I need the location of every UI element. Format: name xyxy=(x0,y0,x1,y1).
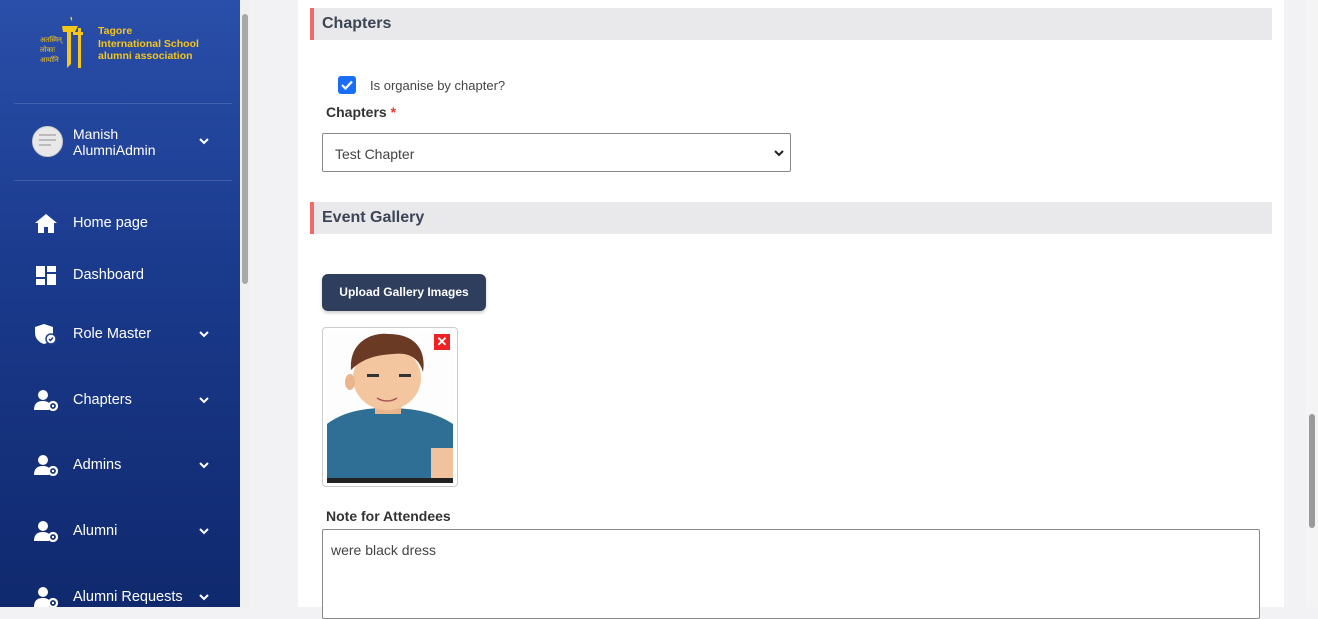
required-mark: * xyxy=(390,104,397,120)
chevron-down-icon[interactable] xyxy=(197,590,211,604)
note-value: were black dress xyxy=(331,542,437,558)
chapters-field-label: Chapters * xyxy=(326,104,396,120)
user-gear-icon xyxy=(34,521,58,542)
note-for-attendees-textarea[interactable]: were black dress xyxy=(322,529,1260,619)
sidebar-item-label: Admins xyxy=(73,457,122,473)
user-gear-icon xyxy=(34,455,58,476)
section-title: Event Gallery xyxy=(322,209,425,226)
sidebar-item-role-master[interactable]: Role Master xyxy=(34,322,214,346)
sidebar-item-alumni[interactable]: Alumni xyxy=(34,519,214,543)
sidebar-item-alumni-requests[interactable]: Alumni Requests xyxy=(34,585,214,607)
sidebar-divider xyxy=(14,180,232,181)
chapters-select-value: Test Chapter xyxy=(335,146,415,162)
user-name: Manish AlumniAdmin xyxy=(73,126,156,158)
sidebar-item-label: Alumni Requests xyxy=(73,589,183,605)
sidebar: अतस्मिन् लोकाः आर्यानि Tagore Internatio… xyxy=(0,0,240,607)
sidebar-scrollbar-thumb[interactable] xyxy=(242,14,248,284)
remove-image-button[interactable]: ✕ xyxy=(434,334,450,350)
sidebar-item-home[interactable]: Home page xyxy=(34,211,214,235)
chevron-down-icon[interactable] xyxy=(197,327,211,341)
sidebar-item-dashboard[interactable]: Dashboard xyxy=(34,263,214,287)
page-scrollbar-thumb[interactable] xyxy=(1309,414,1315,528)
upload-gallery-images-button[interactable]: Upload Gallery Images xyxy=(322,274,486,311)
chevron-down-icon[interactable] xyxy=(197,524,211,538)
gallery-image-thumbnail[interactable] xyxy=(322,327,458,487)
logo-text: Tagore International School alumni assoc… xyxy=(98,25,199,62)
school-logo[interactable]: अतस्मिन् लोकाः आर्यानि Tagore Internatio… xyxy=(38,16,208,72)
avatar xyxy=(32,126,63,157)
chapters-select[interactable]: Test Chapter xyxy=(322,133,791,172)
sidebar-divider xyxy=(14,103,232,104)
logo-hindi-text: अतस्मिन् लोकाः आर्यानि xyxy=(40,37,62,64)
sidebar-item-chapters[interactable]: Chapters xyxy=(34,388,214,412)
section-title: Chapters xyxy=(322,15,392,32)
checkmark-icon xyxy=(341,80,353,91)
sidebar-item-label: Home page xyxy=(73,215,148,231)
home-icon xyxy=(35,214,57,233)
sidebar-item-label: Role Master xyxy=(73,326,152,342)
chevron-down-icon[interactable] xyxy=(197,393,211,407)
user-gear-icon xyxy=(34,390,58,411)
sidebar-item-label: Alumni xyxy=(73,523,118,539)
chevron-down-icon[interactable] xyxy=(197,134,211,148)
note-for-attendees-label: Note for Attendees xyxy=(326,508,451,524)
chapters-section-header: Chapters xyxy=(310,8,1272,40)
organise-by-chapter-label[interactable]: Is organise by chapter? xyxy=(370,78,505,93)
person-avatar-image xyxy=(327,332,453,483)
organise-by-chapter-checkbox[interactable] xyxy=(338,76,356,94)
chevron-down-icon[interactable] xyxy=(197,458,211,472)
dashboard-icon xyxy=(36,266,56,285)
chevron-down-icon xyxy=(774,150,784,157)
shield-icon xyxy=(35,324,57,345)
sidebar-item-admins[interactable]: Admins xyxy=(34,453,214,477)
user-gear-icon xyxy=(34,587,58,607)
user-profile[interactable]: Manish AlumniAdmin xyxy=(32,126,222,160)
event-gallery-section-header: Event Gallery xyxy=(310,202,1272,234)
sidebar-item-label: Dashboard xyxy=(73,267,144,283)
chapters-label-text: Chapters xyxy=(326,104,387,120)
sidebar-item-label: Chapters xyxy=(73,392,132,408)
